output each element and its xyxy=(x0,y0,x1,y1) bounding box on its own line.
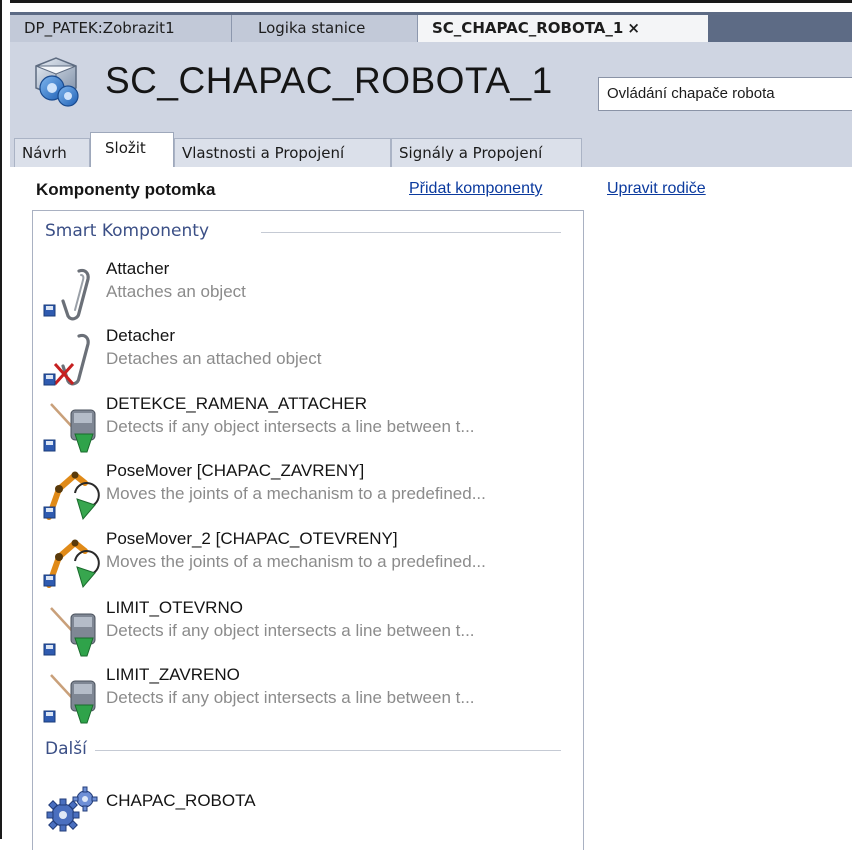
item-description: Attaches an object xyxy=(106,282,246,301)
frame-left-border xyxy=(0,0,10,839)
item-description: Detects if any object intersects a line … xyxy=(106,688,475,707)
tab-label: Signály a Propojení xyxy=(399,144,543,162)
close-icon[interactable]: × xyxy=(627,19,640,37)
add-components-link[interactable]: Přidat komponenty xyxy=(409,180,542,198)
tab-navrh[interactable]: Návrh xyxy=(14,138,90,167)
item-name: PoseMover [CHAPAC_ZAVRENY] xyxy=(106,461,365,480)
item-description: Moves the joints of a mechanism to a pre… xyxy=(106,552,486,571)
item-name: CHAPAC_ROBOTA xyxy=(106,791,256,810)
list-item-chapac-robota[interactable]: CHAPAC_ROBOTA xyxy=(41,779,571,845)
list-item-detacher[interactable]: Detacher Detaches an attached object xyxy=(41,326,571,392)
paperclip-remove-icon xyxy=(43,333,90,386)
edit-parent-link[interactable]: Upravit rodiče xyxy=(607,180,706,198)
gears-icon xyxy=(46,786,98,832)
document-tab-bar: DP_PATEK:Zobrazit1 Logika stanice SC_CHA… xyxy=(10,12,852,42)
group-divider xyxy=(261,232,561,233)
description-field[interactable]: Ovládání chapače robota xyxy=(598,77,852,111)
sub-tab-bar: Návrh Složit Vlastnosti a Propojení Sign… xyxy=(10,128,852,167)
item-description: Detects if any object intersects a line … xyxy=(106,417,475,436)
item-name: LIMIT_ZAVRENO xyxy=(106,665,240,684)
pose-mover-icon xyxy=(43,539,100,589)
doc-tab-logika[interactable]: Logika stanice xyxy=(232,15,418,42)
line-sensor-icon xyxy=(43,607,96,657)
item-name: Attacher xyxy=(106,259,170,278)
smart-component-icon xyxy=(35,57,79,107)
tab-label: Složit xyxy=(105,139,146,157)
item-description: Moves the joints of a mechanism to a pre… xyxy=(106,484,486,503)
item-name: Detacher xyxy=(106,326,175,345)
tab-signaly[interactable]: Signály a Propojení xyxy=(391,138,582,167)
tab-slozit[interactable]: Složit xyxy=(90,132,174,167)
item-name: LIMIT_OTEVRNO xyxy=(106,598,243,617)
child-components-list: Smart Komponenty Attacher Attaches an ob… xyxy=(32,210,584,850)
list-item-attacher[interactable]: Attacher Attaches an object xyxy=(41,259,571,325)
group-divider xyxy=(95,750,561,751)
tab-label: Návrh xyxy=(22,144,67,162)
page-title: SC_CHAPAC_ROBOTA_1 xyxy=(105,60,553,101)
list-item-posemover-zavreny[interactable]: PoseMover [CHAPAC_ZAVRENY] Moves the joi… xyxy=(41,461,571,527)
tab-label: Vlastnosti a Propojení xyxy=(182,144,345,162)
line-sensor-icon xyxy=(43,674,96,724)
list-item-limit-zavreno[interactable]: LIMIT_ZAVRENO Detects if any object inte… xyxy=(41,665,571,731)
doc-tab-zobrazit[interactable]: DP_PATEK:Zobrazit1 xyxy=(10,15,232,42)
list-item-posemover-otevreny[interactable]: PoseMover_2 [CHAPAC_OTEVRENY] Moves the … xyxy=(41,529,571,595)
tab-vlastnosti[interactable]: Vlastnosti a Propojení xyxy=(174,138,391,167)
paperclip-icon xyxy=(43,268,90,321)
pose-mover-icon xyxy=(43,471,100,521)
list-item-detekce-ramena[interactable]: DETEKCE_RAMENA_ATTACHER Detects if any o… xyxy=(41,394,571,460)
item-description: Detaches an attached object xyxy=(106,349,322,368)
frame-top-border xyxy=(0,0,852,8)
item-name: DETEKCE_RAMENA_ATTACHER xyxy=(106,394,368,413)
group-header-smart: Smart Komponenty xyxy=(45,221,210,241)
line-sensor-icon xyxy=(43,403,96,453)
item-description: Detects if any object intersects a line … xyxy=(106,621,475,640)
section-title: Komponenty potomka xyxy=(36,180,216,199)
doc-tab-label: SC_CHAPAC_ROBOTA_1 xyxy=(432,19,624,37)
item-name: PoseMover_2 [CHAPAC_OTEVRENY] xyxy=(106,529,398,548)
compose-panel: Komponenty potomka Přidat komponenty Upr… xyxy=(10,167,852,850)
group-header-other: Další xyxy=(45,739,87,759)
doc-tab-label: DP_PATEK:Zobrazit1 xyxy=(24,19,175,37)
doc-tab-label: Logika stanice xyxy=(258,19,366,37)
doc-tab-sc-chapac[interactable]: SC_CHAPAC_ROBOTA_1 × xyxy=(418,15,708,42)
list-item-limit-otevrno[interactable]: LIMIT_OTEVRNO Detects if any object inte… xyxy=(41,598,571,664)
